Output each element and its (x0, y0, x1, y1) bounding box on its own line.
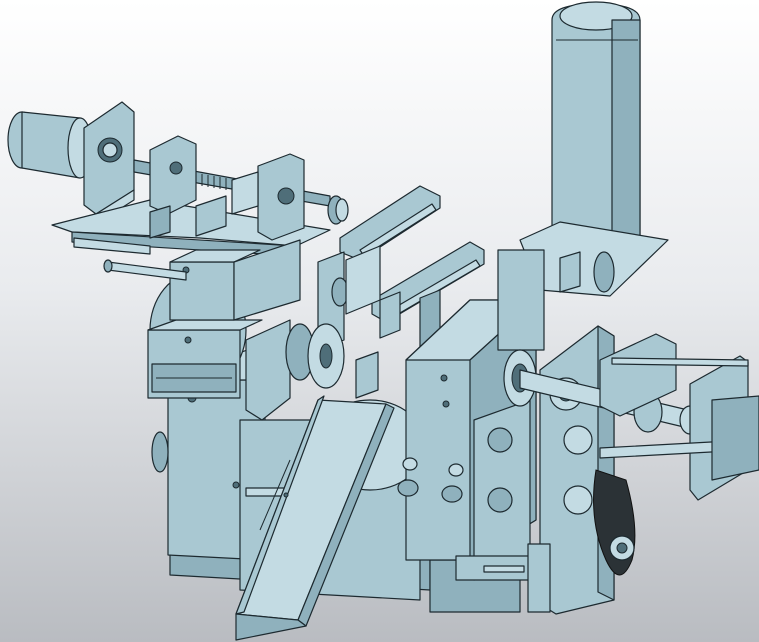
motor-right-lower (473, 399, 531, 581)
tall-cylinder-actuator (551, 1, 641, 253)
servo-motor-left (7, 111, 93, 179)
machine-assembly-model (7, 1, 759, 641)
cad-viewport[interactable] (0, 0, 759, 642)
linear-guide-rail-upper (339, 185, 441, 261)
end-pulley-left (327, 195, 349, 225)
actuator-mount-bracket (497, 221, 669, 351)
screw-bearing-block (149, 135, 197, 215)
upper-slide-block (169, 239, 301, 321)
